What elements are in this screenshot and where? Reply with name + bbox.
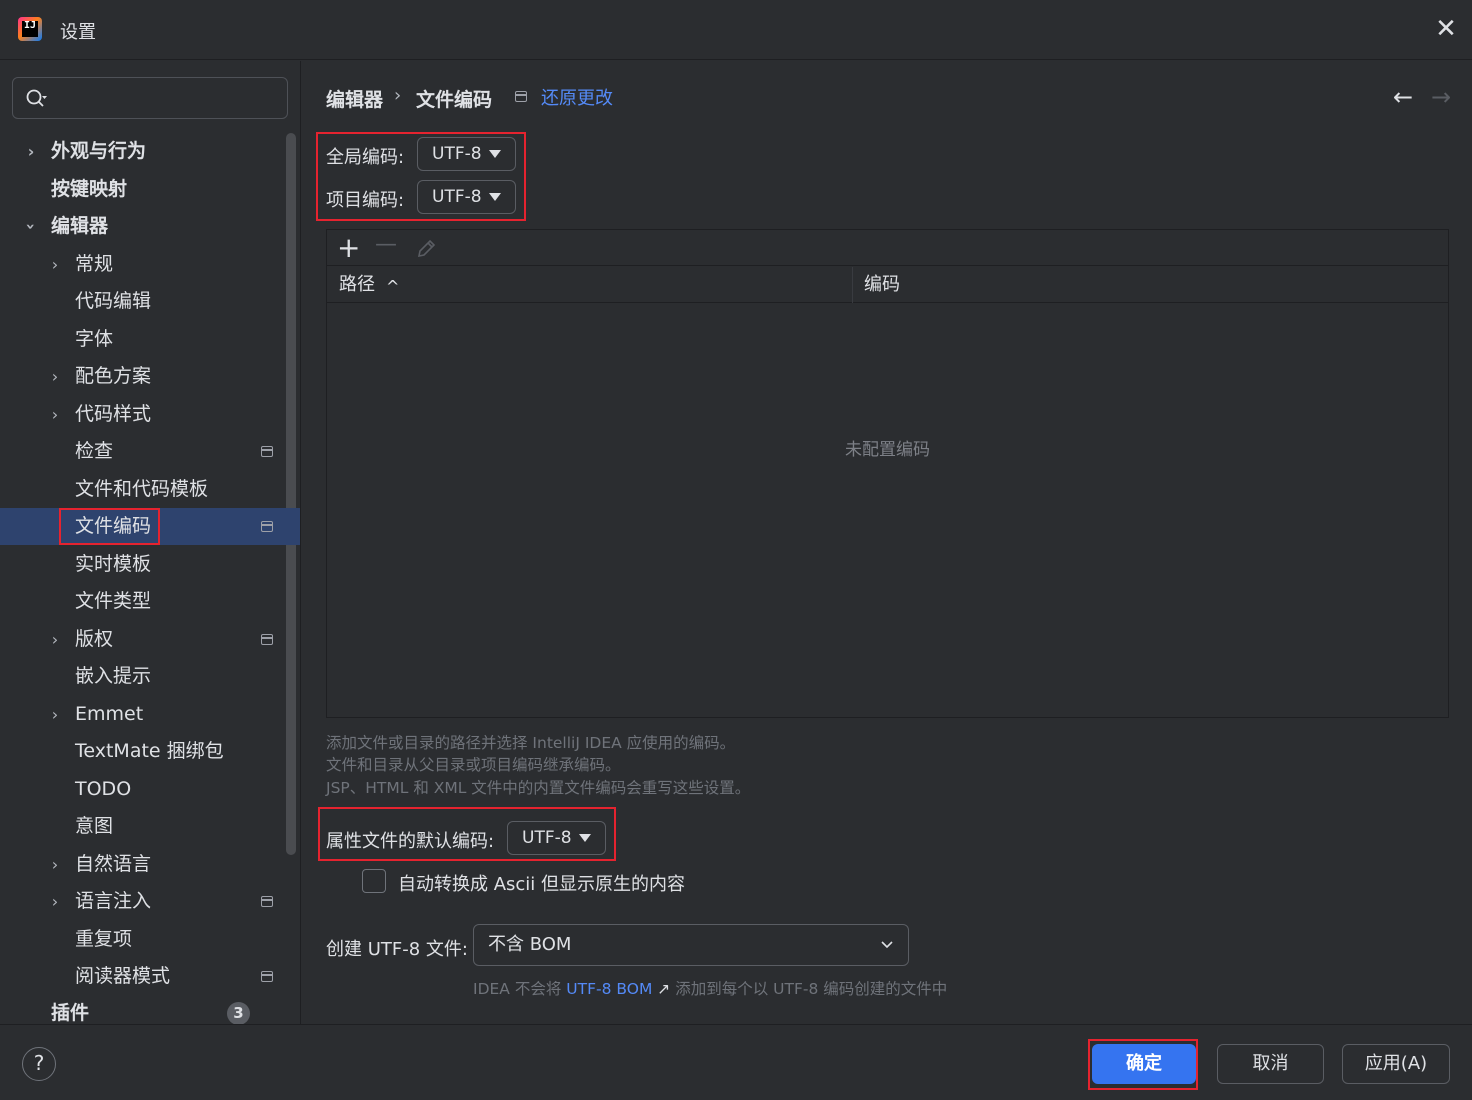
project-scope-icon: [261, 634, 273, 645]
dropdown-arrow-icon: [489, 150, 501, 158]
remove-button[interactable]: —: [375, 230, 397, 260]
external-link-icon: ↗: [657, 980, 671, 998]
column-header-path[interactable]: 路径: [339, 267, 375, 303]
chevron-down-icon: ›: [21, 223, 41, 230]
ascii-convert-checkbox[interactable]: [362, 869, 386, 893]
encoding-table-panel: + — 路径 ^ 编码 未配置编码: [326, 229, 1449, 718]
sidebar-item-duplicates[interactable]: 重复项: [0, 921, 300, 958]
chevron-right-icon: ›: [51, 630, 59, 649]
settings-content: 编辑器 › 文件编码 还原更改 ← → 全局编码: UTF-8 项目编码: UT…: [301, 61, 1472, 1024]
chevron-right-icon: ›: [51, 705, 59, 724]
sidebar-item-emmet[interactable]: › Emmet: [0, 696, 300, 733]
cancel-button[interactable]: 取消: [1217, 1044, 1324, 1084]
sidebar-item-copyright[interactable]: › 版权: [0, 621, 300, 658]
chevron-right-icon: ›: [27, 142, 35, 161]
chevron-right-icon: ›: [51, 855, 59, 874]
sidebar-item-code-style[interactable]: › 代码样式: [0, 396, 300, 433]
apply-button[interactable]: 应用(A): [1342, 1044, 1450, 1084]
project-scope-icon: [515, 91, 527, 102]
sidebar-item-natural-languages[interactable]: › 自然语言: [0, 846, 300, 883]
bom-label: 创建 UTF-8 文件:: [326, 939, 468, 960]
add-button[interactable]: +: [337, 233, 360, 263]
sidebar-item-color-scheme[interactable]: › 配色方案: [0, 358, 300, 395]
project-scope-icon: [261, 521, 273, 532]
sidebar-item-code-editing[interactable]: 代码编辑: [0, 283, 300, 320]
global-encoding-select[interactable]: UTF-8: [417, 137, 516, 171]
global-encoding-label: 全局编码:: [326, 147, 405, 168]
help-button[interactable]: ?: [22, 1047, 56, 1081]
sidebar-item-textmate-bundles[interactable]: TextMate 捆绑包: [0, 733, 300, 770]
sidebar-item-general[interactable]: › 常规: [0, 246, 300, 283]
search-icon: [26, 89, 47, 107]
hint-line-3: JSP、HTML 和 XML 文件中的内置文件编码会重写这些设置。: [326, 779, 751, 797]
search-input[interactable]: [12, 77, 288, 119]
properties-encoding-select[interactable]: UTF-8: [507, 821, 606, 855]
chevron-right-icon: ›: [51, 405, 59, 424]
project-encoding-select[interactable]: UTF-8: [417, 180, 516, 214]
sidebar-item-todo[interactable]: TODO: [0, 771, 300, 808]
dialog-footer: ? 确定 取消 应用(A): [0, 1024, 1472, 1100]
ok-button[interactable]: 确定: [1092, 1044, 1196, 1084]
chevron-right-icon: ›: [51, 892, 59, 911]
bom-hint: IDEA 不会将 UTF-8 BOM ↗ 添加到每个以 UTF-8 编码创建的文…: [473, 980, 948, 998]
app-logo-icon: IJ: [18, 17, 42, 41]
sidebar-item-editor[interactable]: › 编辑器: [0, 208, 300, 245]
sidebar-item-language-injections[interactable]: › 语言注入: [0, 883, 300, 920]
sidebar-item-file-templates[interactable]: 文件和代码模板: [0, 471, 300, 508]
hint-line-1: 添加文件或目录的路径并选择 IntelliJ IDEA 应使用的编码。: [326, 734, 736, 752]
sidebar-item-intentions[interactable]: 意图: [0, 808, 300, 845]
sidebar-item-inlay-hints[interactable]: 嵌入提示: [0, 658, 300, 695]
settings-sidebar: › 外观与行为 按键映射 › 编辑器 › 常规 代码编辑 字体 › 配色方案 ›…: [0, 61, 300, 1024]
sidebar-item-plugins[interactable]: 插件 3: [0, 995, 300, 1024]
sidebar-item-file-types[interactable]: 文件类型: [0, 583, 300, 620]
table-header: 路径 ^ 编码: [327, 267, 1448, 303]
project-scope-icon: [261, 896, 273, 907]
project-encoding-label: 项目编码:: [326, 190, 405, 211]
utf8-bom-link[interactable]: UTF-8 BOM: [566, 980, 652, 998]
hint-line-2: 文件和目录从父目录或项目编码继承编码。: [326, 756, 621, 774]
revert-changes-link[interactable]: 还原更改: [541, 84, 613, 110]
ascii-convert-label[interactable]: 自动转换成 Ascii 但显示原生的内容: [398, 870, 685, 896]
table-toolbar: + —: [327, 230, 1448, 266]
sort-ascending-icon: ^: [386, 277, 400, 296]
page-title: 文件编码: [416, 89, 493, 111]
sidebar-item-live-templates[interactable]: 实时模板: [0, 546, 300, 583]
close-icon[interactable]: ✕: [1430, 14, 1462, 46]
title-bar: IJ 设置 ✕: [0, 0, 1472, 60]
window-title: 设置: [60, 22, 96, 43]
forward-arrow-icon[interactable]: →: [1431, 83, 1451, 111]
sidebar-item-keymap[interactable]: 按键映射: [0, 171, 300, 208]
sidebar-item-inspections[interactable]: 检查: [0, 433, 300, 470]
bom-select[interactable]: 不含 BOM: [473, 924, 909, 966]
project-scope-icon: [261, 446, 273, 457]
column-divider[interactable]: [852, 267, 853, 303]
table-empty-text: 未配置编码: [845, 440, 930, 460]
back-arrow-icon[interactable]: ←: [1393, 83, 1413, 111]
dropdown-arrow-icon: [579, 834, 591, 842]
edit-pencil-icon[interactable]: [415, 238, 437, 260]
sidebar-item-reader-mode[interactable]: 阅读器模式: [0, 958, 300, 995]
breadcrumb-parent[interactable]: 编辑器: [326, 85, 383, 112]
breadcrumb-separator: ›: [394, 85, 402, 106]
sidebar-item-font[interactable]: 字体: [0, 321, 300, 358]
column-header-encoding[interactable]: 编码: [864, 267, 900, 303]
chevron-down-icon: [881, 941, 893, 949]
sidebar-item-appearance[interactable]: › 外观与行为: [0, 133, 300, 170]
chevron-right-icon: ›: [51, 255, 59, 274]
dropdown-arrow-icon: [489, 193, 501, 201]
sidebar-item-file-encodings[interactable]: 文件编码: [0, 508, 300, 545]
chevron-right-icon: ›: [51, 367, 59, 386]
plugin-update-badge: 3: [227, 1002, 250, 1024]
project-scope-icon: [261, 971, 273, 982]
properties-encoding-label: 属性文件的默认编码:: [326, 831, 495, 852]
